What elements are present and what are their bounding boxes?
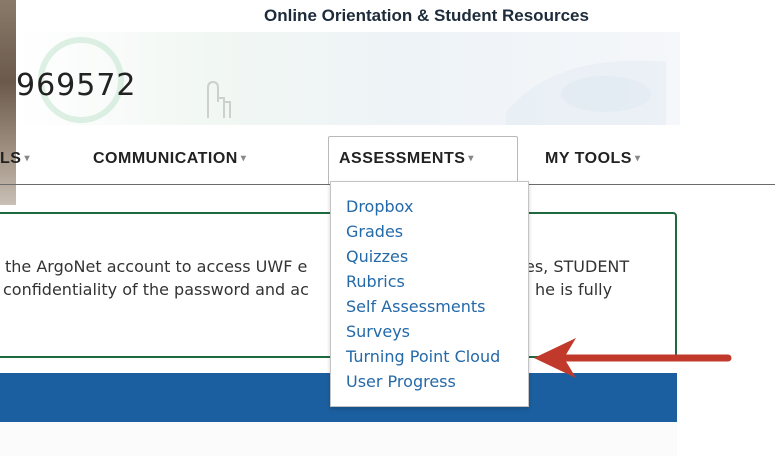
nav-label: COMMUNICATION [93,150,238,167]
notice-line-2-right: he is fully [535,280,613,299]
notice-line: confidentiality of the password and ac h… [0,278,640,301]
nav-item-communication[interactable]: COMMUNICATION ▾ [93,150,246,168]
menu-item-dropbox[interactable]: Dropbox [331,194,528,219]
nav-label: ASSESSMENTS [339,150,466,167]
course-banner: 969572 [16,32,680,125]
notice-line-1-right: es, STUDENT [525,257,630,276]
nav-label: MY TOOLS [545,150,632,167]
chevron-down-icon: ▾ [634,153,641,164]
chevron-down-icon: ▾ [468,153,474,164]
assessments-dropdown-menu: Dropbox Grades Quizzes Rubrics Self Asse… [330,181,529,407]
annotation-arrow-icon [534,338,732,378]
chevron-down-icon: ▾ [24,153,30,164]
main-nav: LS ▾ COMMUNICATION ▾ ASSESSMENTS ▾ MY TOOLS… [0,136,775,185]
menu-item-user-progress[interactable]: User Progress [331,369,528,394]
notice-line-1-left: the ArgoNet account to access UWF e [5,257,308,276]
mouse-icon [506,60,666,125]
pointer-hand-icon [207,80,231,118]
menu-item-surveys[interactable]: Surveys [331,319,528,344]
menu-item-turning-point-cloud[interactable]: Turning Point Cloud [331,344,528,369]
menu-item-self-assessments[interactable]: Self Assessments [331,294,528,319]
nav-item-assessments[interactable]: ASSESSMENTS ▾ [328,136,518,184]
menu-item-rubrics[interactable]: Rubrics [331,269,528,294]
content-panel [0,422,677,456]
menu-item-quizzes[interactable]: Quizzes [331,244,528,269]
nav-label: LS [0,150,22,167]
account-notice-text: the ArgoNet account to access UWF e es, … [0,255,640,301]
notice-line: the ArgoNet account to access UWF e es, … [0,255,640,278]
course-id: 969572 [16,68,137,103]
menu-item-grades[interactable]: Grades [331,219,528,244]
chevron-down-icon: ▾ [240,153,247,164]
site-title: Online Orientation & Student Resources [264,6,589,25]
notice-line-2-left: confidentiality of the password and ac [3,280,309,299]
nav-item-tools[interactable]: LS ▾ [0,150,30,168]
nav-item-my-tools[interactable]: MY TOOLS ▾ [545,150,641,168]
